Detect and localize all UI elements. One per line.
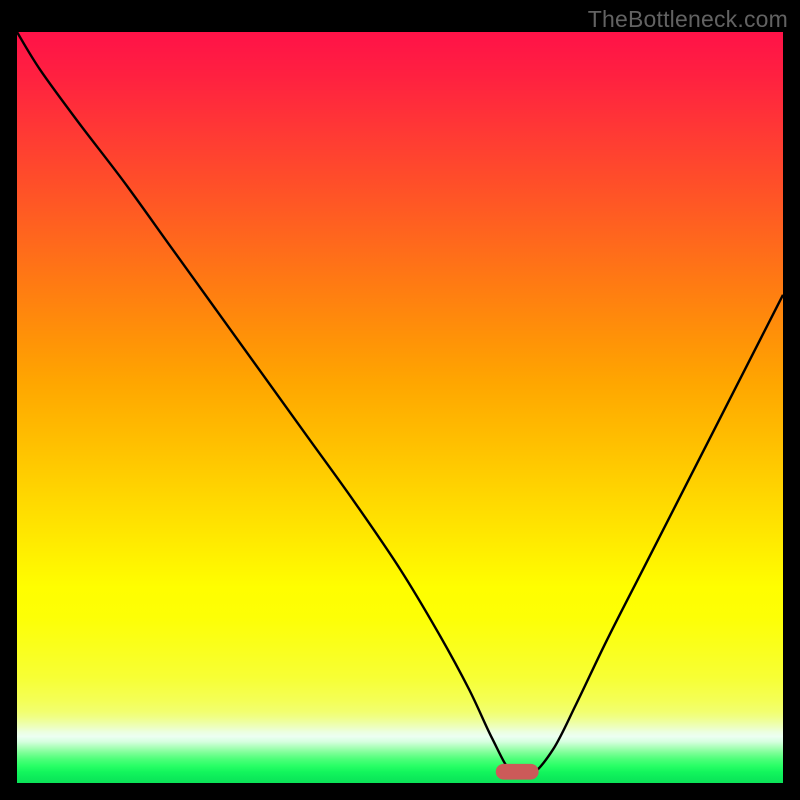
watermark-label: TheBottleneck.com [588,6,788,33]
gradient-background [17,32,783,783]
plot-area [17,32,783,783]
optimal-marker [496,764,539,780]
chart-container: TheBottleneck.com [0,0,800,800]
chart-svg [17,32,783,783]
